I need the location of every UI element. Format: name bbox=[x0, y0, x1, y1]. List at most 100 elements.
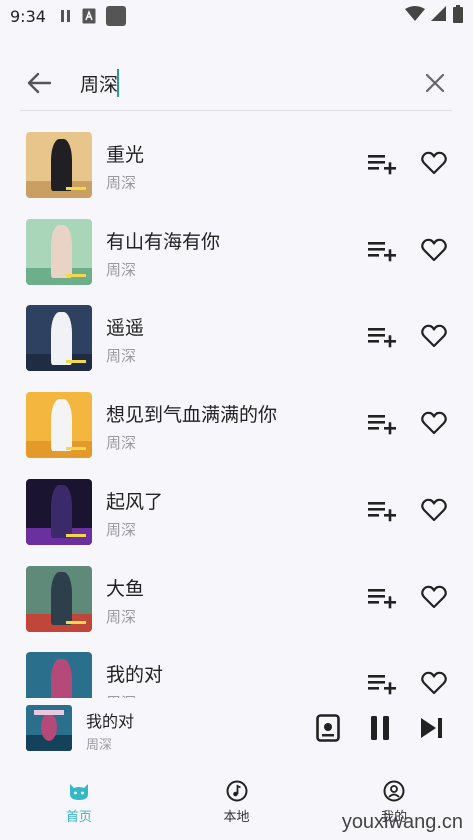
mini-player[interactable]: 我的对 周深 bbox=[0, 698, 473, 760]
favorite-button[interactable] bbox=[418, 408, 450, 438]
favorite-button[interactable] bbox=[418, 668, 450, 698]
song-artist: 周深 bbox=[106, 434, 137, 453]
cover-figure bbox=[51, 398, 73, 452]
nav-home[interactable]: 首页 bbox=[0, 770, 158, 840]
add-to-playlist-button[interactable] bbox=[366, 237, 400, 265]
song-row[interactable]: 大鱼 周深 bbox=[0, 554, 473, 640]
song-artist: 周深 bbox=[106, 520, 137, 539]
song-cover bbox=[26, 565, 92, 632]
nav-local[interactable]: 本地 bbox=[158, 770, 316, 840]
mini-player-title: 我的对 bbox=[86, 712, 135, 731]
song-cover bbox=[26, 478, 92, 545]
cover-tag bbox=[66, 447, 86, 451]
pause-icon bbox=[371, 716, 389, 740]
song-artist: 周深 bbox=[106, 607, 137, 626]
signal-icon bbox=[431, 6, 447, 26]
search-bar bbox=[0, 52, 473, 112]
song-title: 想见到气血满满的你 bbox=[106, 404, 278, 427]
arrow-left-icon bbox=[27, 72, 52, 94]
clear-search-button[interactable] bbox=[418, 66, 452, 100]
search-divider bbox=[20, 110, 452, 111]
cover-tag bbox=[66, 273, 86, 277]
song-title: 我的对 bbox=[106, 664, 164, 687]
add-to-playlist-button[interactable] bbox=[366, 410, 400, 438]
heart-icon bbox=[421, 325, 447, 348]
heart-icon bbox=[421, 151, 447, 175]
add-to-playlist-button[interactable] bbox=[366, 150, 400, 178]
status-time: 9:34 bbox=[10, 6, 46, 26]
cover-figure bbox=[51, 572, 73, 625]
song-cover bbox=[26, 652, 92, 698]
cover-tag bbox=[66, 187, 86, 190]
next-track-button[interactable] bbox=[416, 712, 448, 744]
battery-icon bbox=[453, 5, 463, 27]
cover-figure bbox=[51, 138, 73, 192]
pause-button[interactable] bbox=[364, 712, 396, 744]
song-title: 遥遥 bbox=[106, 317, 145, 340]
keyboard-notification-icon bbox=[82, 8, 96, 24]
playlist-add-icon bbox=[368, 155, 396, 175]
song-cover bbox=[26, 392, 92, 459]
song-title: 大鱼 bbox=[106, 577, 145, 600]
cover-tag bbox=[66, 533, 86, 537]
heart-icon bbox=[421, 498, 447, 521]
watermark: youxiwang.cn bbox=[341, 811, 463, 833]
nav-local-label: 本地 bbox=[223, 810, 250, 825]
song-row[interactable]: 重光 周深 bbox=[0, 120, 473, 206]
add-to-playlist-button[interactable] bbox=[366, 584, 400, 612]
song-row[interactable]: 我的对 周深 bbox=[0, 640, 473, 698]
back-button[interactable] bbox=[22, 66, 56, 100]
playlist-add-icon bbox=[368, 588, 396, 608]
heart-icon bbox=[421, 585, 447, 608]
cover-figure bbox=[51, 311, 73, 365]
playlist-add-icon bbox=[368, 415, 396, 435]
song-cover bbox=[26, 305, 92, 372]
playlist-add-icon bbox=[368, 241, 396, 261]
heart-icon bbox=[421, 238, 447, 261]
song-artist: 周深 bbox=[106, 260, 137, 279]
cover-figure bbox=[51, 658, 73, 698]
favorite-button[interactable] bbox=[418, 582, 450, 612]
favorite-button[interactable] bbox=[418, 321, 450, 351]
add-to-playlist-button[interactable] bbox=[366, 497, 400, 525]
search-input[interactable] bbox=[80, 66, 400, 100]
playlist-add-icon bbox=[368, 501, 396, 522]
playlist-add-icon bbox=[368, 328, 396, 348]
lyrics-button[interactable] bbox=[312, 712, 344, 744]
song-row[interactable]: 起风了 周深 bbox=[0, 467, 473, 553]
favorite-button[interactable] bbox=[418, 235, 450, 265]
song-list[interactable]: 重光 周深 有山有海有你 周深 遥遥 周深 想见到气血满满的你 周深 起风了 周… bbox=[0, 120, 473, 698]
system-indicators bbox=[405, 5, 463, 27]
song-row[interactable]: 有山有海有你 周深 bbox=[0, 207, 473, 293]
nav-home-label: 首页 bbox=[65, 810, 92, 825]
song-row[interactable]: 想见到气血满满的你 周深 bbox=[0, 380, 473, 466]
cover-tag bbox=[66, 360, 86, 364]
song-cover bbox=[26, 218, 92, 285]
music-note-icon bbox=[226, 780, 247, 802]
favorite-button[interactable] bbox=[418, 495, 450, 525]
heart-icon bbox=[421, 671, 447, 695]
song-title: 起风了 bbox=[106, 490, 164, 513]
song-title: 重光 bbox=[106, 144, 145, 166]
song-artist: 周深 bbox=[106, 174, 137, 192]
song-row[interactable]: 遥遥 周深 bbox=[0, 293, 473, 379]
mini-player-artist: 周深 bbox=[86, 738, 113, 753]
add-to-playlist-button[interactable] bbox=[366, 670, 400, 698]
user-icon bbox=[383, 780, 405, 802]
song-title: 有山有海有你 bbox=[106, 230, 221, 253]
song-cover bbox=[26, 132, 92, 198]
app-notification-icon bbox=[105, 6, 126, 26]
cat-face-icon bbox=[69, 784, 88, 800]
status-bar: 9:34 bbox=[0, 0, 473, 32]
wifi-icon bbox=[405, 6, 425, 26]
favorite-button[interactable] bbox=[418, 148, 450, 178]
add-to-playlist-button[interactable] bbox=[366, 323, 400, 351]
close-icon bbox=[425, 73, 445, 93]
lyrics-icon bbox=[316, 714, 340, 742]
song-artist: 周深 bbox=[106, 347, 137, 366]
heart-icon bbox=[421, 411, 447, 435]
skip-next-icon bbox=[421, 718, 442, 738]
text-cursor bbox=[117, 69, 119, 97]
pause-notification-icon bbox=[60, 9, 72, 23]
playlist-add-icon bbox=[368, 675, 396, 695]
